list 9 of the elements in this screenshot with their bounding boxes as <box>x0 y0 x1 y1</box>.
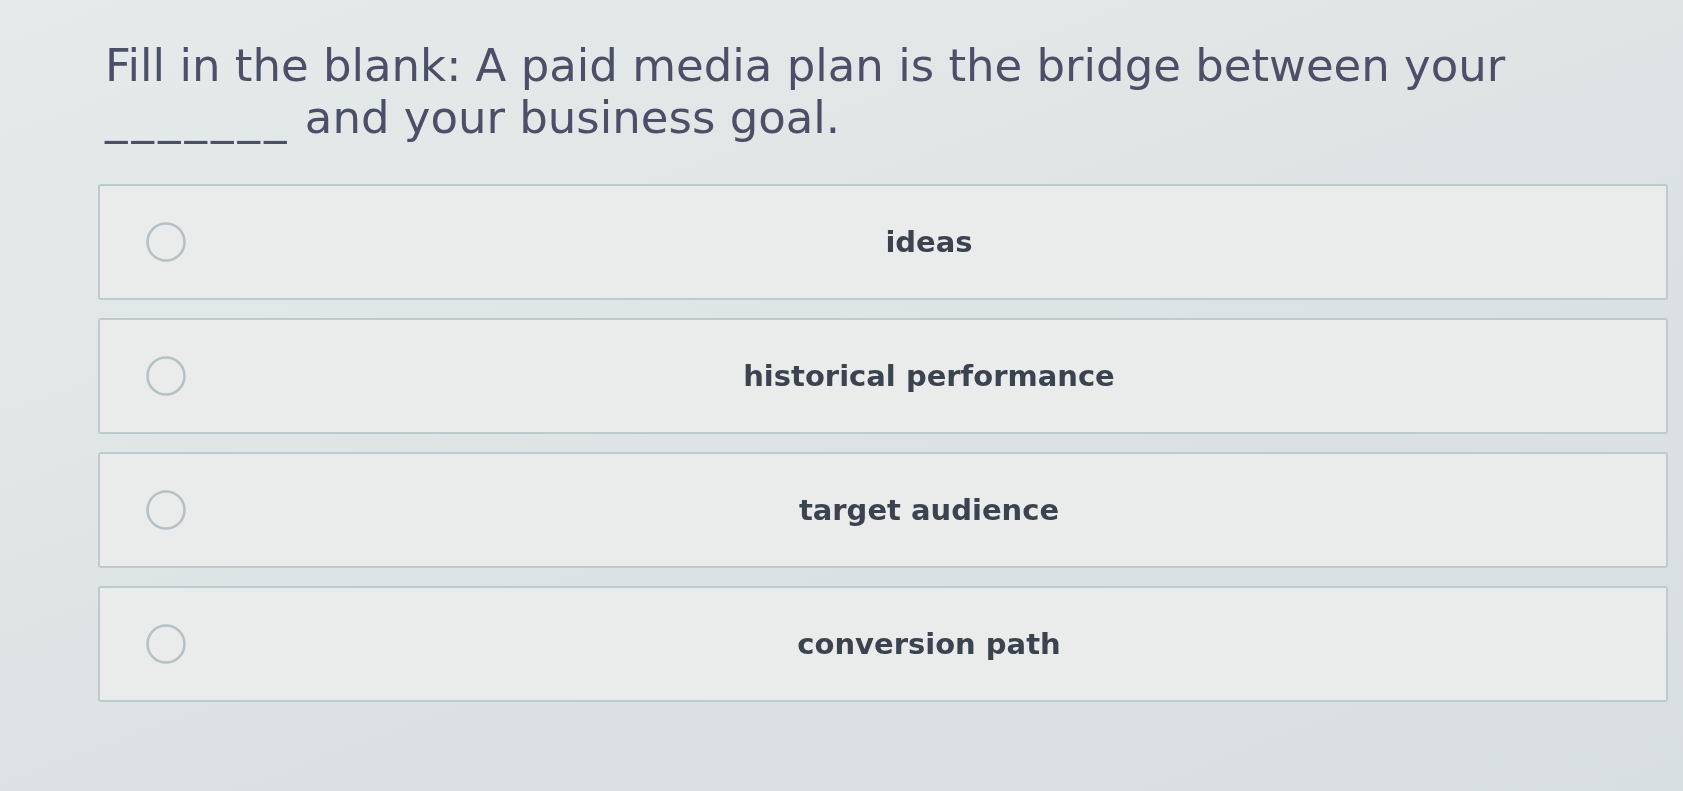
radio-button-icon[interactable] <box>146 222 186 262</box>
radio-button-icon[interactable] <box>146 624 186 664</box>
answer-option[interactable]: target audience <box>98 452 1668 568</box>
question-text: Fill in the blank: A paid media plan is the bridge between your _______ and your business goal. <box>105 40 1507 144</box>
radio-button-icon[interactable] <box>146 356 186 396</box>
answer-option[interactable]: ideas <box>98 184 1668 300</box>
answer-option[interactable]: conversion path <box>98 586 1668 702</box>
answer-option[interactable]: historical performance <box>98 318 1668 434</box>
radio-button-icon[interactable] <box>146 490 186 530</box>
